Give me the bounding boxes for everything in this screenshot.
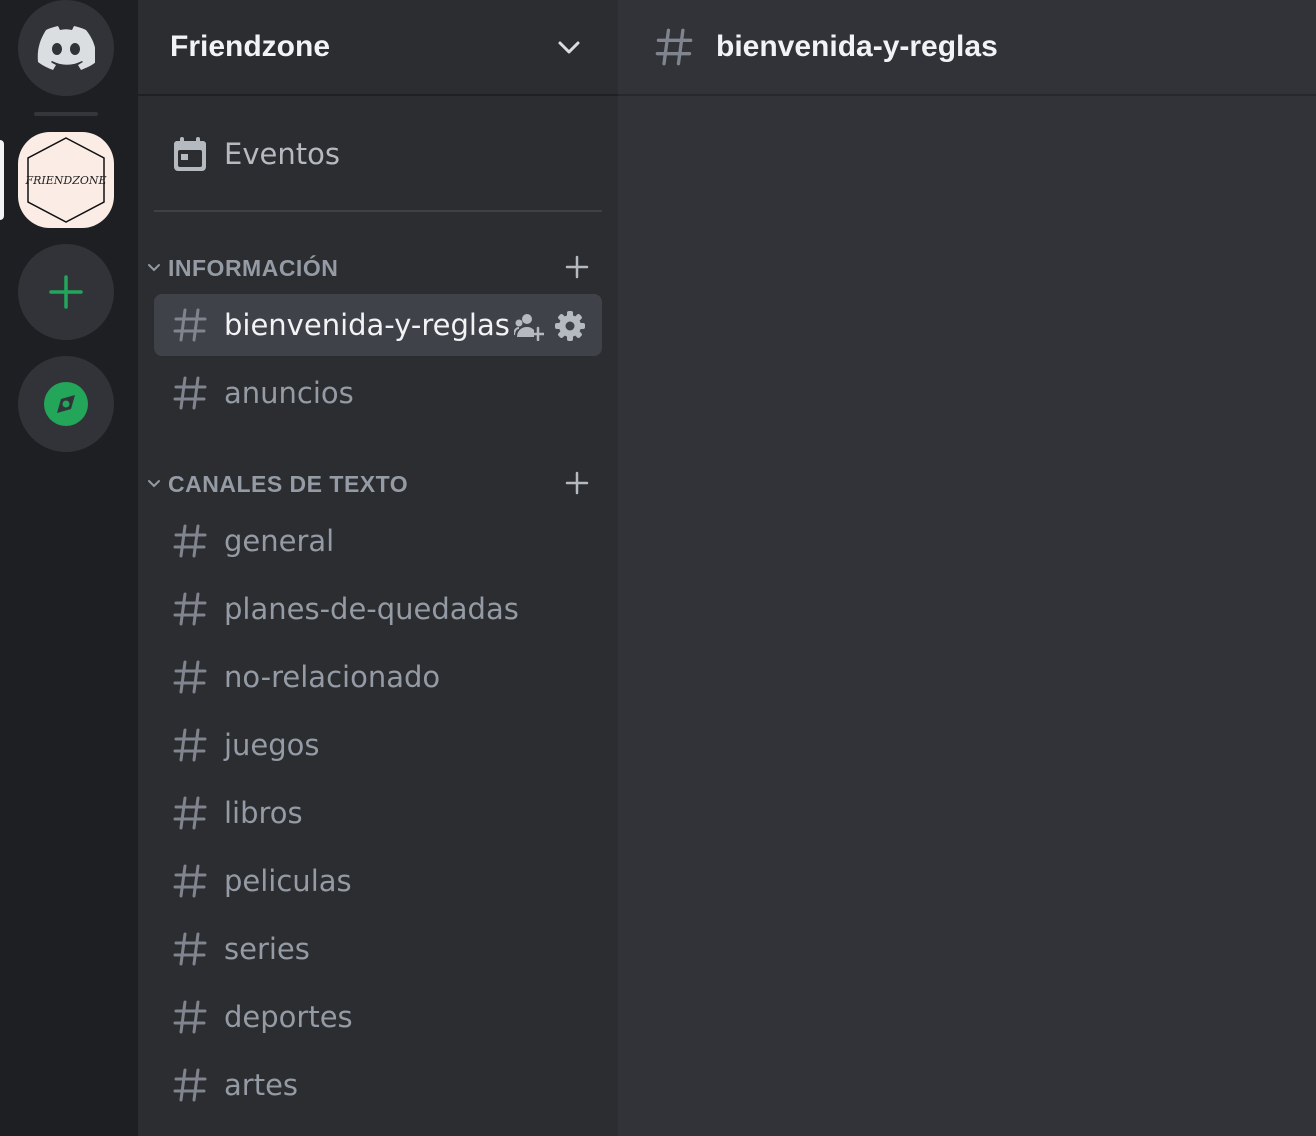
channel-name: artes <box>224 1068 299 1102</box>
channel-anuncios[interactable]: anuncios <box>154 362 602 424</box>
invite-member-icon[interactable] <box>514 311 544 341</box>
channel-sidebar: Friendzone Eventos INFORMACIÓN bienvenid… <box>138 0 618 1136</box>
channel-name: juegos <box>224 728 320 762</box>
hash-icon <box>655 28 693 66</box>
plus-icon <box>49 275 83 309</box>
hash-icon <box>173 1000 207 1034</box>
hash-icon <box>173 932 207 966</box>
home-button[interactable] <box>18 0 114 96</box>
add-server-button[interactable] <box>18 244 114 340</box>
add-channel-icon[interactable] <box>564 254 590 280</box>
channel-libros[interactable]: libros <box>154 782 602 844</box>
category-label: CANALES DE TEXTO <box>168 470 409 497</box>
calendar-icon <box>174 137 206 171</box>
discord-logo-icon <box>37 26 95 70</box>
channel-name: series <box>224 932 310 966</box>
server-rail: FRIENDZONE <box>0 0 138 1136</box>
chevron-down-icon <box>148 480 160 488</box>
explore-servers-button[interactable] <box>18 356 114 452</box>
events-link[interactable]: Eventos <box>172 132 340 176</box>
chevron-down-icon <box>148 264 160 272</box>
channel-peliculas[interactable]: peliculas <box>154 850 602 912</box>
compass-icon <box>44 382 88 426</box>
channel-planes-de-quedadas[interactable]: planes-de-quedadas <box>154 578 602 640</box>
hash-icon <box>173 376 207 410</box>
hash-icon <box>173 592 207 626</box>
channel-name: anuncios <box>224 376 354 410</box>
chevron-down-icon[interactable] <box>556 34 582 60</box>
server-name: Friendzone <box>170 30 331 63</box>
channel-deportes[interactable]: deportes <box>154 986 602 1048</box>
channel-actions <box>514 310 586 342</box>
channel-header: bienvenida-y-reglas <box>618 0 1316 96</box>
channel-name: general <box>224 524 335 558</box>
hash-icon <box>173 308 207 342</box>
server-logo: FRIENDZONE <box>24 137 107 223</box>
category-informacion[interactable]: INFORMACIÓN <box>146 248 610 288</box>
server-friendzone[interactable]: FRIENDZONE <box>18 132 114 228</box>
gear-icon[interactable] <box>554 310 586 342</box>
server-header[interactable]: Friendzone <box>138 0 618 96</box>
channel-title: bienvenida-y-reglas <box>716 30 998 63</box>
hash-icon <box>173 660 207 694</box>
main-content: bienvenida-y-reglas <box>618 0 1316 1136</box>
server-logo-text: FRIENDZONE <box>24 174 106 187</box>
hash-icon <box>173 1068 207 1102</box>
channel-name: peliculas <box>224 864 352 898</box>
hash-icon <box>173 864 207 898</box>
rail-separator <box>34 112 98 116</box>
channel-name: planes-de-quedadas <box>224 592 519 626</box>
channel-series[interactable]: series <box>154 918 602 980</box>
events-label: Eventos <box>224 137 340 171</box>
category-canales-de-texto[interactable]: CANALES DE TEXTO <box>146 464 610 504</box>
channel-name: bienvenida-y-reglas <box>224 308 510 342</box>
channel-juegos[interactable]: juegos <box>154 714 602 776</box>
divider <box>154 210 602 212</box>
selected-server-indicator <box>0 140 4 220</box>
hash-icon <box>173 728 207 762</box>
channel-artes[interactable]: artes <box>154 1054 602 1116</box>
channel-no-relacionado[interactable]: no-relacionado <box>154 646 602 708</box>
channel-bienvenida-y-reglas[interactable]: bienvenida-y-reglas <box>154 294 602 356</box>
hash-icon <box>173 524 207 558</box>
add-channel-icon[interactable] <box>564 470 590 496</box>
channel-name: no-relacionado <box>224 660 441 694</box>
hash-icon <box>173 796 207 830</box>
category-label: INFORMACIÓN <box>168 254 339 281</box>
channel-name: libros <box>224 796 303 830</box>
channel-general[interactable]: general <box>154 510 602 572</box>
channel-name: deportes <box>224 1000 353 1034</box>
